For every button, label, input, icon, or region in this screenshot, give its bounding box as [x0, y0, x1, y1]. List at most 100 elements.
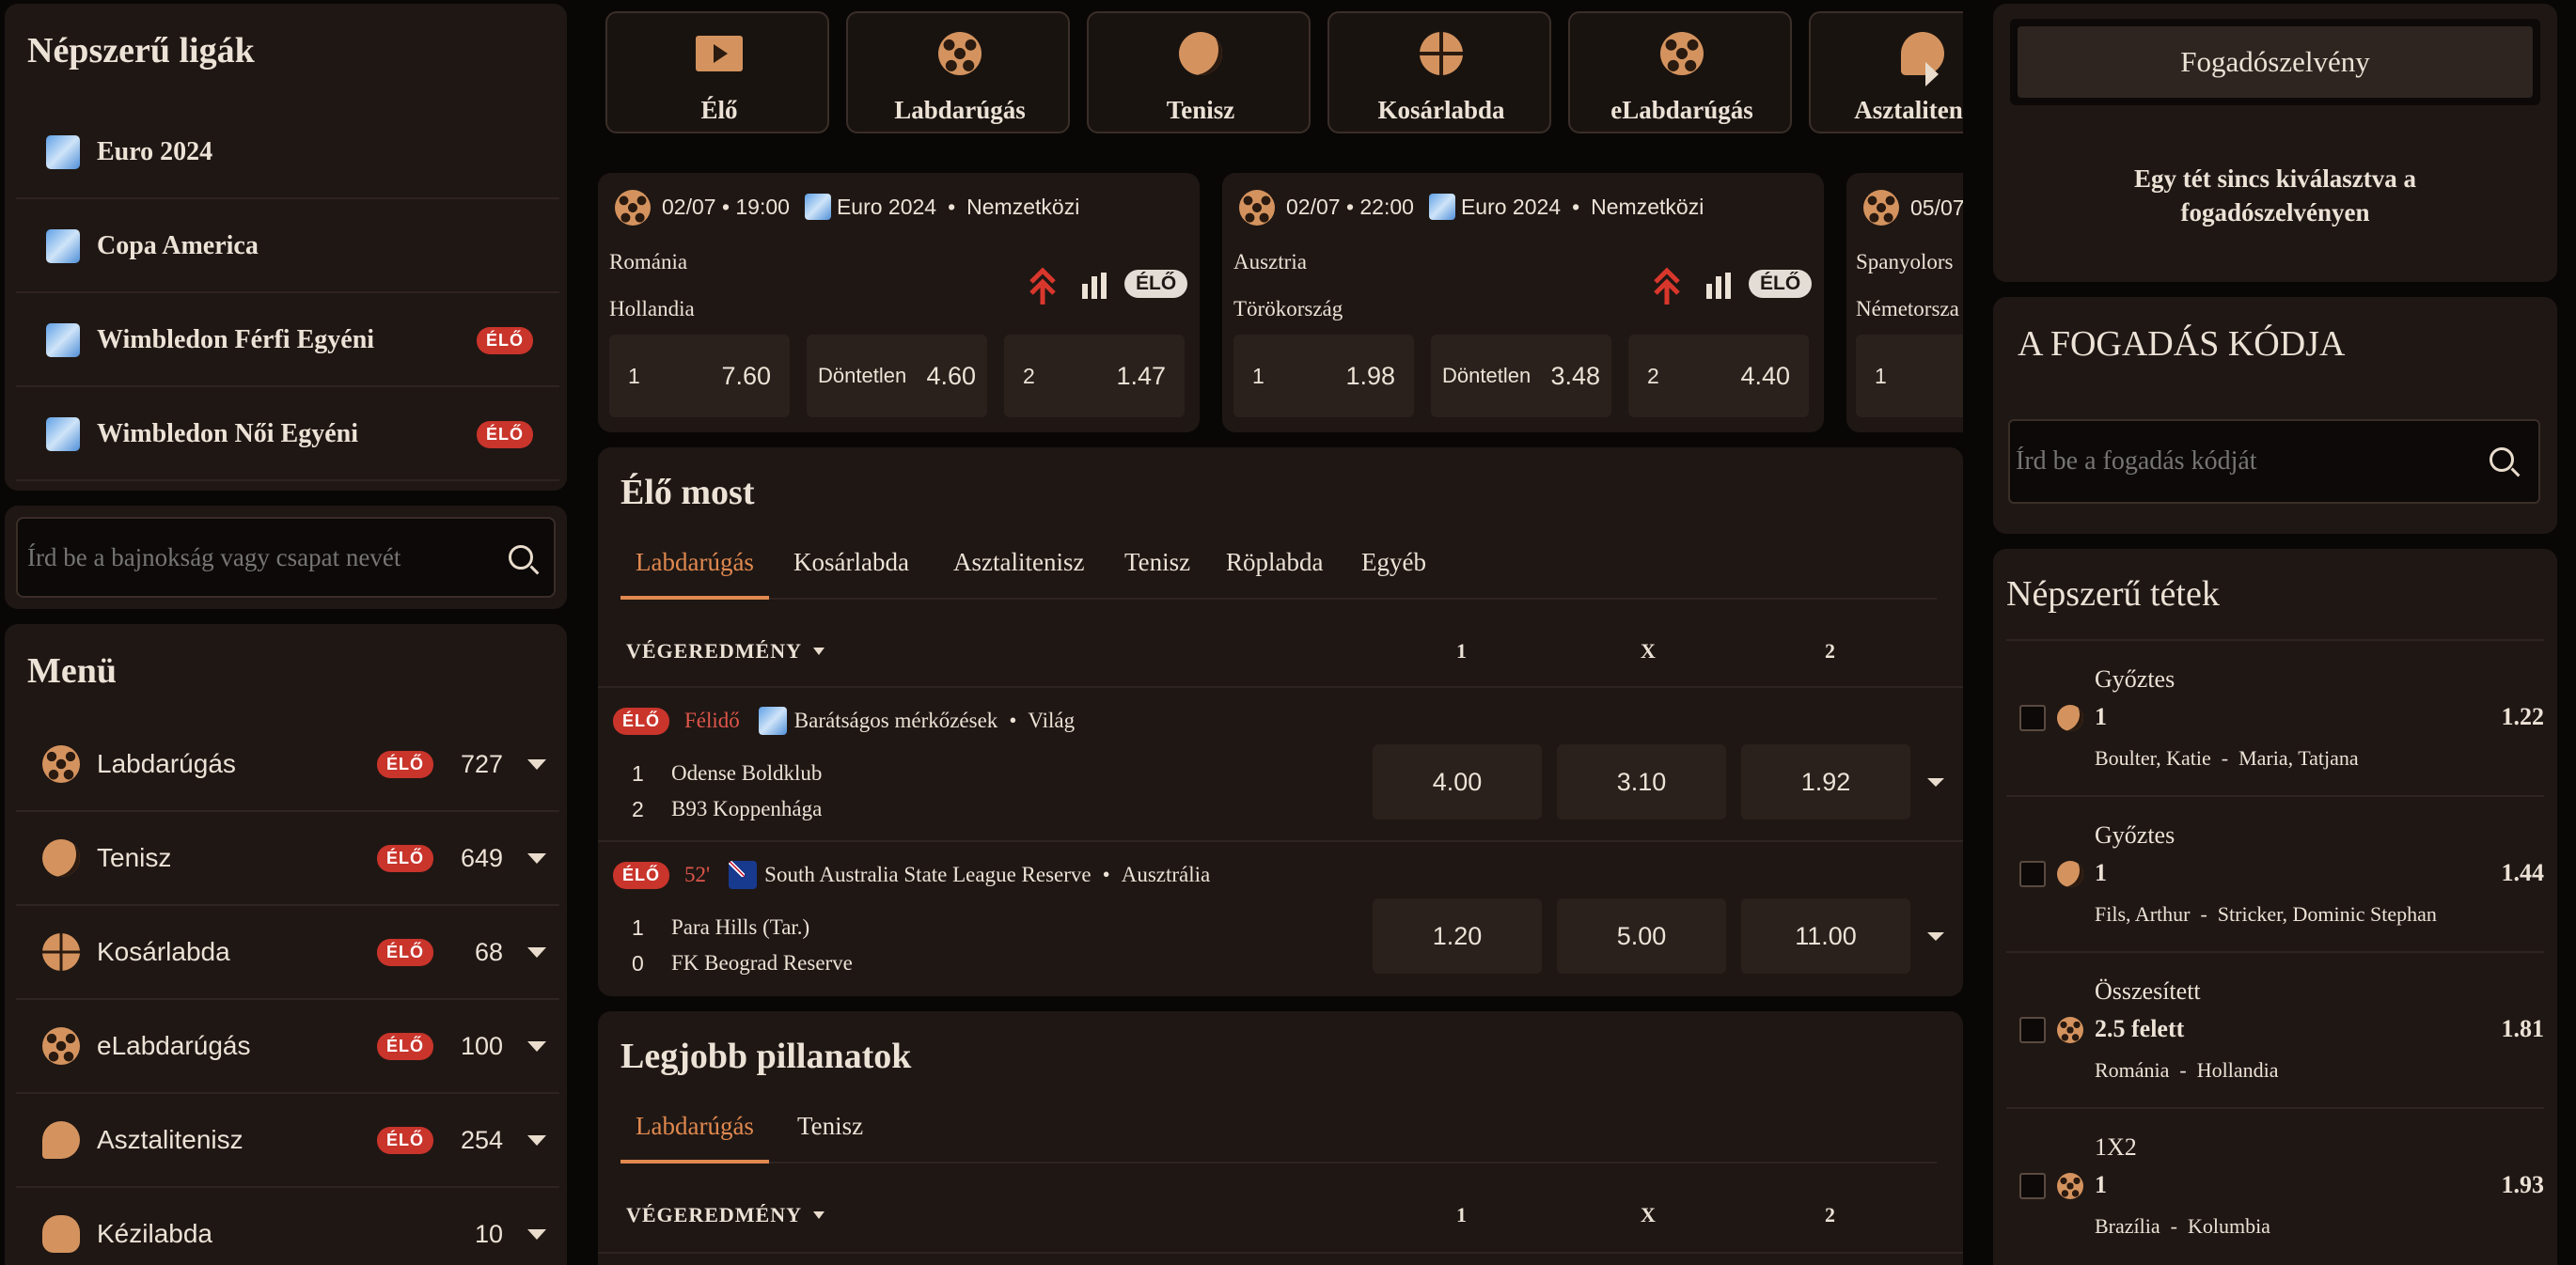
stats-icon[interactable]	[1705, 273, 1732, 299]
bet-checkbox[interactable]	[2019, 1017, 2046, 1043]
chevron-down-icon[interactable]	[527, 946, 546, 958]
region-name: Nemzetközi	[1591, 194, 1704, 219]
live-tag: ÉLŐ	[1749, 270, 1813, 298]
tab-0[interactable]: Labdarúgás	[620, 541, 769, 600]
chevron-down-icon[interactable]	[527, 1040, 546, 1052]
featured-match-card[interactable]: 02/07 • 22:00 Euro 2024 • Nemzetközi Ausztri…	[1222, 173, 1824, 432]
bet-checkbox[interactable]	[2019, 705, 2046, 731]
odd-button-1[interactable]: 5.00	[1557, 898, 1726, 974]
bet-code-box[interactable]	[2008, 419, 2540, 504]
match-datetime: 02/07 • 22:00	[1286, 194, 1414, 219]
sport-tab-1[interactable]: Labdarúgás	[846, 11, 1070, 133]
tab-tenisz[interactable]: Tenisz	[797, 1105, 863, 1163]
bet-pick: 1	[2095, 859, 2107, 886]
popular-bets-title: Népszerű tétek	[2006, 574, 2220, 614]
bet-checkbox[interactable]	[2019, 1173, 2046, 1199]
featured-matches: 02/07 • 19:00 Euro 2024 • Nemzetközi Románia…	[598, 173, 1963, 432]
tennis-ball-icon	[2057, 861, 2083, 887]
caret-down-icon	[813, 1211, 825, 1219]
bet-pick: 1	[2095, 703, 2107, 730]
odd-value: 11.00	[1795, 921, 1857, 950]
league-item-wimbledon-men[interactable]: Wimbledon Férfi Egyéni ÉLŐ	[16, 295, 559, 387]
menu-item-2[interactable]: Kosárlabda ÉLŐ 68	[16, 906, 559, 1000]
chevron-down-icon[interactable]	[527, 1134, 546, 1146]
bet-market: 1X2	[2095, 1133, 2137, 1161]
odd-button-0[interactable]: 4.00	[1373, 744, 1542, 820]
soccer-ball-icon	[1863, 190, 1899, 226]
bet-pick: 1	[2095, 1171, 2107, 1198]
league-search-box[interactable]	[16, 517, 556, 598]
league-search-input[interactable]	[27, 519, 497, 596]
tennis-ball-icon	[42, 839, 80, 877]
basketball-icon	[1420, 32, 1463, 75]
odd-button-0[interactable]: 1 1.98	[1233, 335, 1414, 417]
league-item-copa-america[interactable]: Copa America	[16, 201, 559, 293]
sport-tab-0[interactable]: Élő	[605, 11, 829, 133]
live-match-row[interactable]: ÉLŐ 52' South Australia State League Reser…	[598, 842, 1963, 996]
chevron-down-icon[interactable]	[527, 758, 546, 770]
tab-labdarugas[interactable]: Labdarúgás	[620, 1105, 769, 1163]
featured-match-card[interactable]: 02/07 • 19:00 Euro 2024 • Nemzetközi Románia…	[598, 173, 1200, 432]
popular-bet-item[interactable]: Győztes 1 1.22 Boulter, Katie - Maria, Tatj…	[2006, 639, 2544, 795]
menu-item-3[interactable]: eLabdarúgás ÉLŐ 100	[16, 1000, 559, 1094]
odd-button-0[interactable]: 1 7.60	[609, 335, 790, 417]
odd-button-2[interactable]: 1.92	[1741, 744, 1910, 820]
tab-label: Labdarúgás	[636, 1112, 754, 1140]
sport-tab-2[interactable]: Tenisz	[1087, 11, 1311, 133]
bet-odd: 1.81	[2501, 1015, 2545, 1042]
featured-match-card[interactable]: 05/07 Spanyolors Németorsza 1	[1846, 173, 1963, 432]
league-name: Barátságos mérkőzések	[793, 709, 998, 732]
tab-4[interactable]: Röplabda	[1211, 541, 1338, 600]
search-icon[interactable]	[509, 545, 533, 570]
tab-2[interactable]: Asztalitenisz	[938, 541, 1099, 600]
menu-item-4[interactable]: Asztalitenisz ÉLŐ 254	[16, 1094, 559, 1188]
sport-tab-3[interactable]: Kosárlabda	[1327, 11, 1551, 133]
chevron-down-icon[interactable]	[1927, 932, 1944, 941]
odd-value: 4.00	[1432, 767, 1483, 796]
bet-code-input[interactable]	[2016, 421, 2476, 502]
live-match-row[interactable]: ÉLŐ Félidő Barátságos mérkőzések • Világ 1 Ode…	[598, 688, 1963, 842]
chevron-down-icon[interactable]	[1927, 778, 1944, 787]
league-item-euro-2024[interactable]: Euro 2024	[16, 107, 559, 199]
menu-item-1[interactable]: Tenisz ÉLŐ 649	[16, 812, 559, 906]
league-item-wimbledon-women[interactable]: Wimbledon Női Egyéni ÉLŐ	[16, 389, 559, 481]
globe-icon	[1428, 194, 1455, 220]
odd-value: 1.47	[1116, 361, 1166, 390]
market-selector[interactable]: VÉGEREDMÉNY	[626, 639, 825, 664]
popular-bet-item[interactable]: Összesített 2.5 felett 1.81 Románia - Holla…	[2006, 951, 2544, 1107]
bet-event: Románia - Hollandia	[2095, 1058, 2279, 1082]
scroll-right-arrow-icon[interactable]	[1925, 62, 1939, 86]
betslip-header[interactable]: Fogadószelvény	[2010, 19, 2540, 105]
tab-5[interactable]: Egyéb	[1346, 541, 1441, 600]
league-item-label: Wimbledon Férfi Egyéni	[97, 325, 375, 354]
odd-button-1[interactable]: 3.10	[1557, 744, 1726, 820]
odd-button-1[interactable]: Döntetlen 3.48	[1431, 335, 1611, 417]
league-name: Euro 2024	[1460, 194, 1562, 219]
odd-button-home[interactable]: 1	[1856, 335, 1963, 417]
market-selector[interactable]: VÉGEREDMÉNY	[626, 1203, 825, 1227]
stats-icon[interactable]	[1081, 273, 1107, 299]
odd-button-2[interactable]: 2 1.47	[1004, 335, 1185, 417]
menu-item-count: 10	[474, 1219, 503, 1248]
popular-bet-item[interactable]: 1X2 1 1.93 Brazília - Kolumbia	[2006, 1107, 2544, 1263]
tab-3[interactable]: Tenisz	[1109, 541, 1205, 600]
menu-item-0[interactable]: Labdarúgás ÉLŐ 727	[16, 718, 559, 812]
odd-button-1[interactable]: Döntetlen 4.60	[807, 335, 987, 417]
menu-item-5[interactable]: Kézilabda 10	[16, 1188, 559, 1265]
column-header-2: 2	[1825, 639, 1835, 663]
search-icon[interactable]	[2490, 447, 2514, 472]
odd-button-0[interactable]: 1.20	[1373, 898, 1542, 974]
popular-bet-item[interactable]: Győztes 1 1.44 Fils, Arthur - Stricker, Dom…	[2006, 795, 2544, 951]
chevron-down-icon[interactable]	[527, 852, 546, 864]
chevron-down-icon[interactable]	[527, 1228, 546, 1240]
tab-label: Röplabda	[1226, 548, 1324, 576]
sport-tab-5[interactable]: Asztalitenisz	[1809, 11, 1963, 133]
handball-icon	[42, 1215, 80, 1253]
odd-button-2[interactable]: 11.00	[1741, 898, 1910, 974]
odd-label: 1	[628, 363, 640, 388]
tab-1[interactable]: Kosárlabda	[778, 541, 924, 600]
sport-tab-4[interactable]: eLabdarúgás	[1568, 11, 1792, 133]
tab-label: Tenisz	[797, 1112, 864, 1140]
odd-button-2[interactable]: 2 4.40	[1628, 335, 1809, 417]
bet-checkbox[interactable]	[2019, 861, 2046, 887]
